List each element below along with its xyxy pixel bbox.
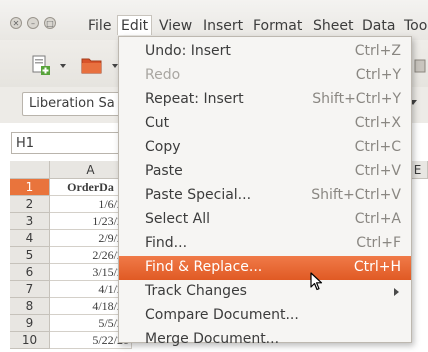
menu-item-label: Cut — [145, 115, 170, 131]
menu-view[interactable]: View — [159, 18, 192, 34]
name-box[interactable]: H1 — [11, 132, 119, 154]
menu-item-shortcut: Ctrl+A — [354, 211, 401, 227]
menu-item-label: Find & Replace... — [145, 259, 263, 275]
row-header[interactable]: 9 — [10, 315, 50, 332]
menu-item-shortcut: Ctrl+C — [354, 139, 401, 155]
menu-item[interactable]: Redo Ctrl+Y — [119, 64, 411, 88]
row-header[interactable]: 10 — [10, 332, 50, 349]
corner-cell[interactable] — [10, 161, 50, 179]
menu-item-label: Select All — [145, 211, 210, 227]
menu-item[interactable]: Select All Ctrl+A — [119, 208, 411, 232]
menu-item[interactable]: Undo: Insert Ctrl+Z — [119, 40, 411, 64]
new-document-icon[interactable] — [30, 54, 50, 76]
menu-file[interactable]: File — [88, 18, 111, 34]
menu-item-shortcut: Ctrl+V — [354, 163, 401, 179]
minimize-window-button[interactable]: – — [27, 17, 39, 29]
menu-item-shortcut: Shift+Ctrl+V — [311, 187, 401, 203]
font-name-input[interactable]: Liberation Sa — [22, 92, 120, 116]
menu-item[interactable]: Cut Ctrl+X — [119, 112, 411, 136]
mouse-pointer-icon — [310, 272, 324, 296]
row-header[interactable]: 1 — [10, 179, 50, 196]
row-header[interactable]: 7 — [10, 281, 50, 298]
menu-item-label: Copy — [145, 139, 181, 155]
menu-item-shortcut: Ctrl+H — [353, 259, 401, 275]
menu-item-label: Repeat: Insert — [145, 91, 244, 107]
close-window-button[interactable]: ✕ — [10, 17, 22, 29]
row-header[interactable]: 3 — [10, 213, 50, 230]
menu-item-label: Redo — [145, 67, 181, 83]
row-header[interactable]: 8 — [10, 298, 50, 315]
menu-item-label: Find... — [145, 235, 188, 251]
menu-item[interactable]: Repeat: Insert Shift+Ctrl+Y — [119, 88, 411, 112]
open-folder-icon[interactable] — [80, 54, 102, 76]
menu-item[interactable]: Copy Ctrl+C — [119, 136, 411, 160]
menu-item-shortcut: Ctrl+Z — [354, 43, 401, 59]
menu-item-shortcut: Ctrl+X — [354, 115, 401, 131]
toolbar-tool-icon[interactable] — [412, 54, 428, 76]
row-header[interactable]: 5 — [10, 247, 50, 264]
menu-item[interactable]: Compare Document... — [119, 304, 411, 328]
submenu-arrow-icon — [394, 288, 399, 296]
menu-data[interactable]: Data — [362, 18, 395, 34]
row-header[interactable]: 2 — [10, 196, 50, 213]
menu-item-shortcut: Shift+Ctrl+Y — [312, 91, 401, 107]
menu-insert[interactable]: Insert — [203, 18, 243, 34]
menu-item-label: Merge Document... — [145, 331, 280, 347]
menu-item[interactable]: Merge Document... — [119, 328, 411, 352]
menu-item-shortcut: Ctrl+F — [356, 235, 401, 251]
menu-tools[interactable]: Too — [404, 18, 427, 34]
menu-item-label: Track Changes — [145, 283, 247, 299]
menu-bar: ✕ – □ File Edit View Insert Format Sheet… — [0, 0, 428, 40]
row-header[interactable]: 4 — [10, 230, 50, 247]
maximize-window-button[interactable]: □ — [44, 17, 56, 29]
menu-edit[interactable]: Edit — [117, 15, 153, 35]
menu-item-shortcut: Ctrl+Y — [355, 67, 401, 83]
menu-item-label: Paste Special... — [145, 187, 252, 203]
edit-menu-dropdown: Undo: Insert Ctrl+Z Redo Ctrl+Y Repeat: Inse… — [118, 36, 412, 347]
menu-item[interactable]: Paste Ctrl+V — [119, 160, 411, 184]
new-dropdown-arrow-icon[interactable] — [60, 64, 66, 68]
menu-sheet[interactable]: Sheet — [313, 18, 353, 34]
menu-item[interactable]: Find... Ctrl+F — [119, 232, 411, 256]
menu-format[interactable]: Format — [253, 18, 302, 34]
menu-item-label: Undo: Insert — [145, 43, 231, 59]
menu-item[interactable]: Find & Replace... Ctrl+H — [119, 256, 411, 280]
menu-item-label: Compare Document... — [145, 307, 299, 323]
menu-item[interactable]: Track Changes — [119, 280, 411, 304]
menu-item-label: Paste — [145, 163, 183, 179]
row-header[interactable]: 6 — [10, 264, 50, 281]
menu-item[interactable]: Paste Special... Shift+Ctrl+V — [119, 184, 411, 208]
